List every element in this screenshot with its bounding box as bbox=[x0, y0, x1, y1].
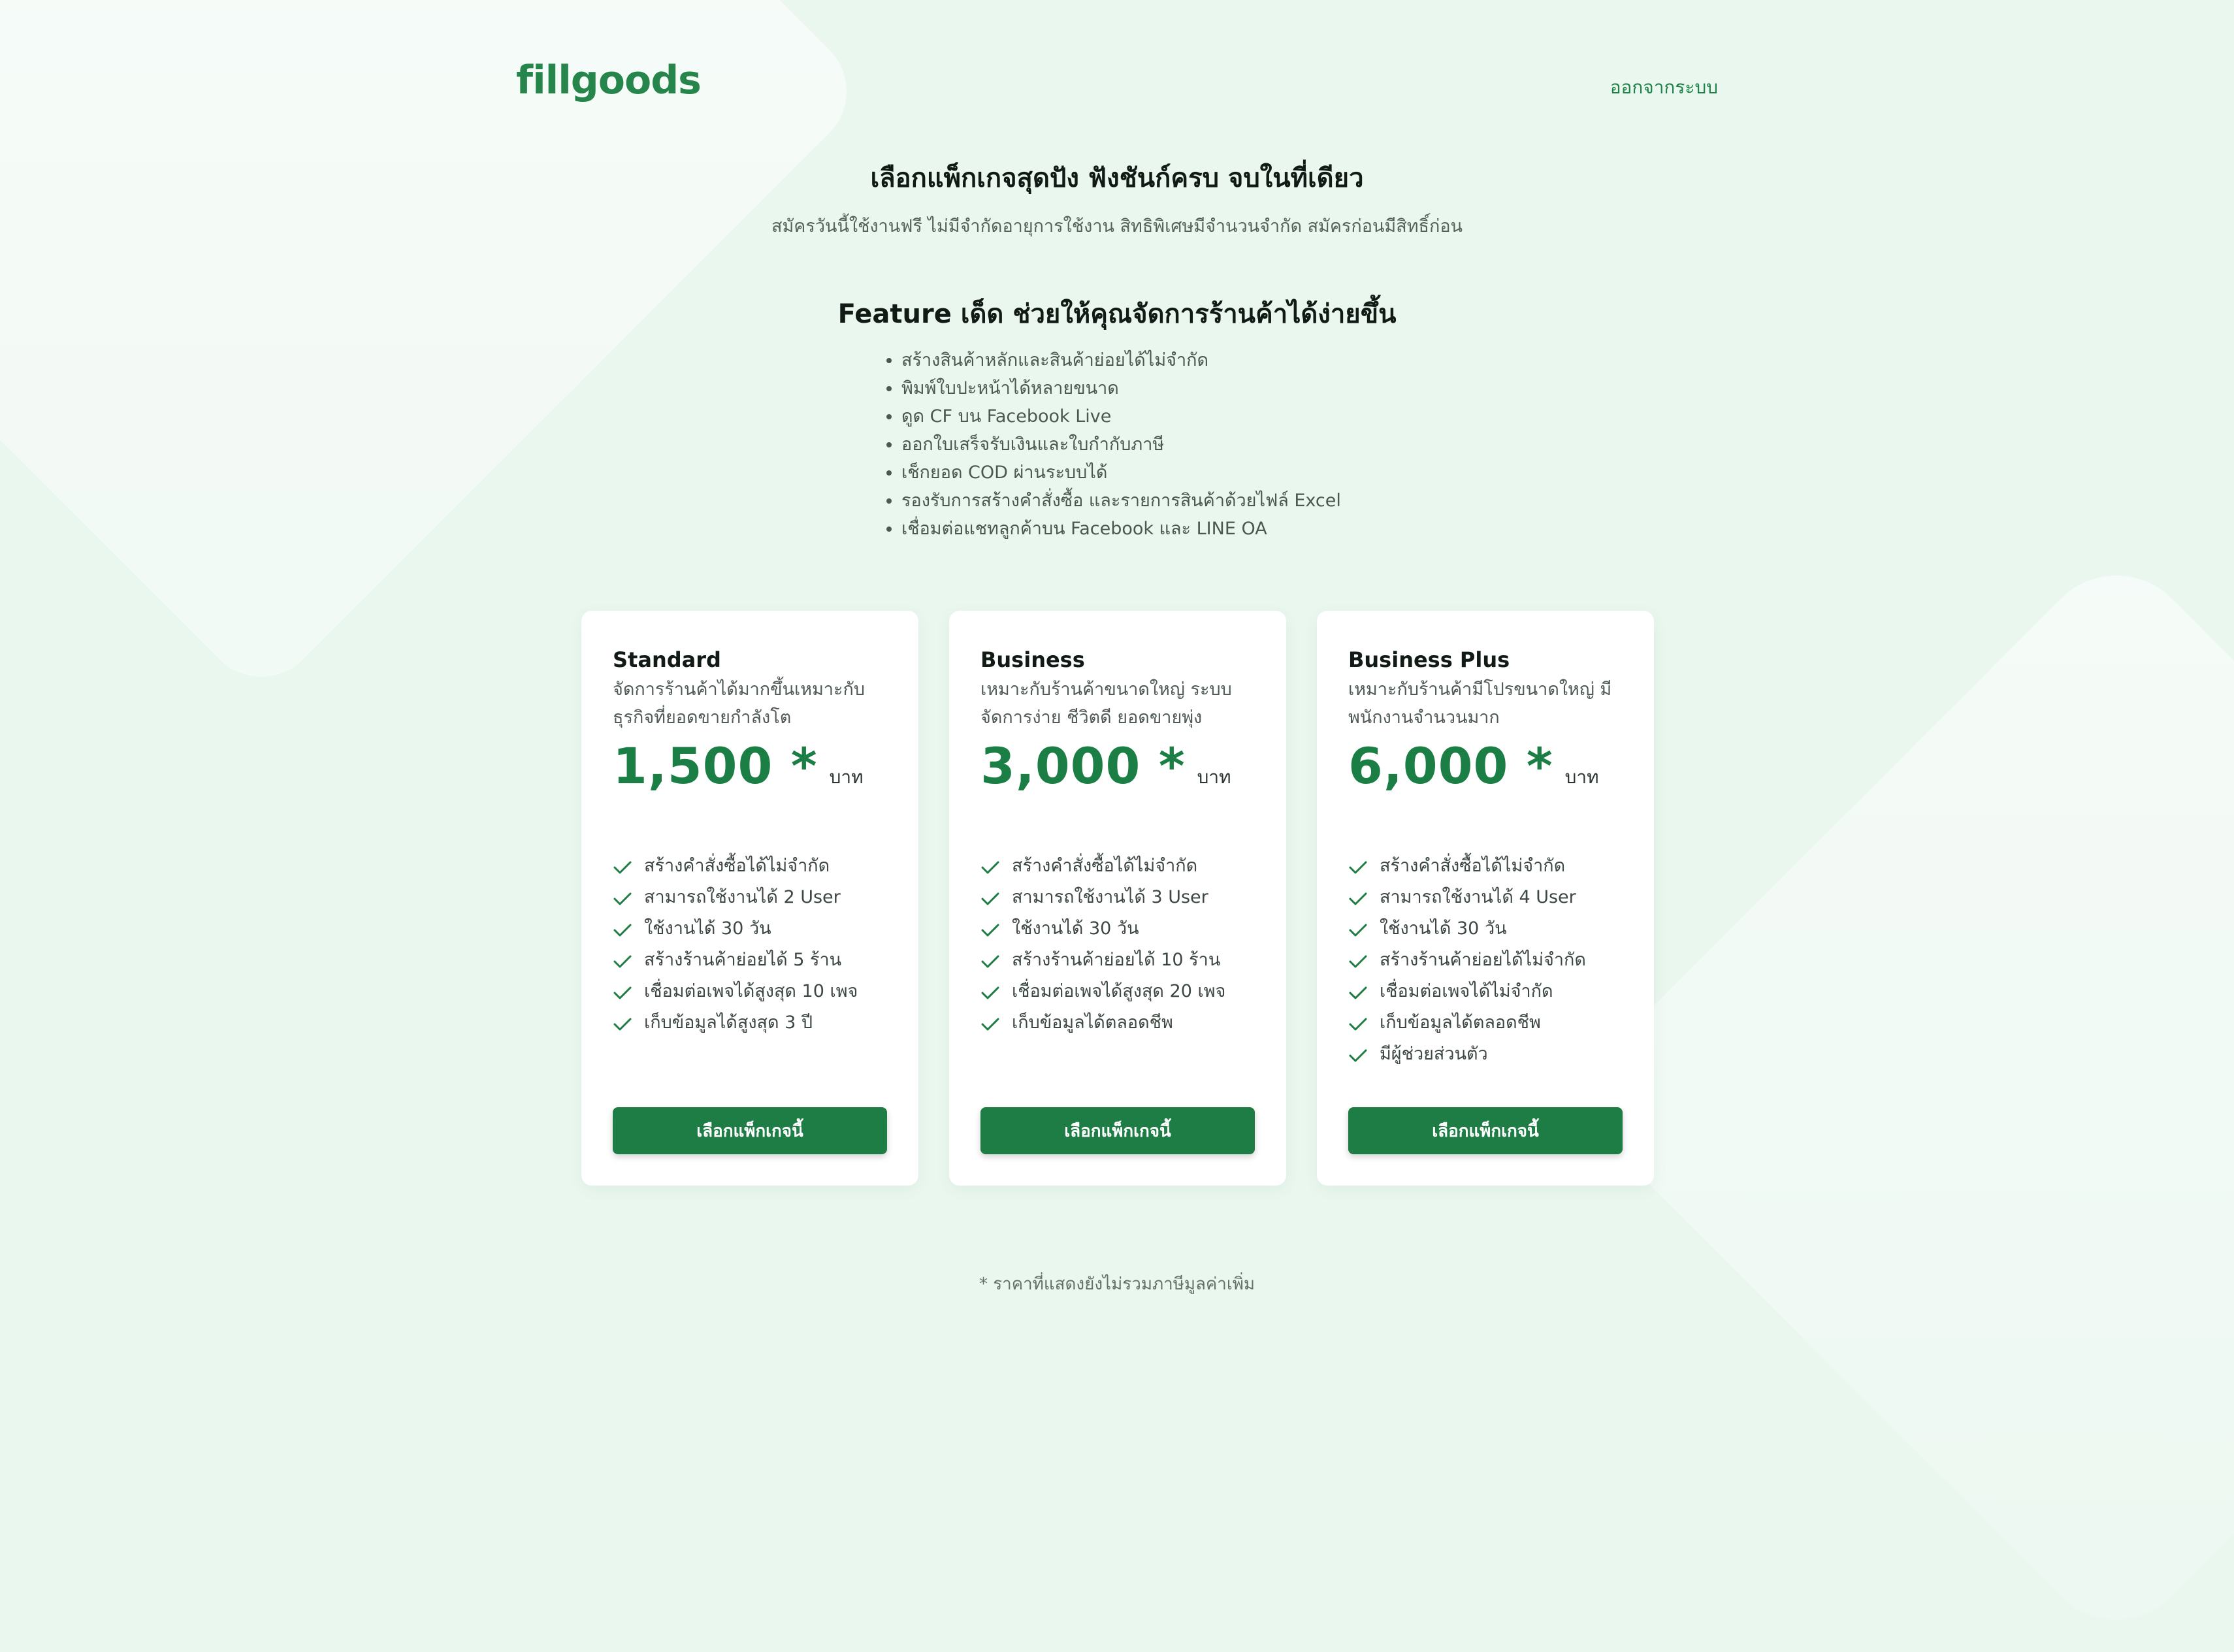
check-icon bbox=[613, 955, 632, 968]
perk-text: ใช้งานได้ 30 วัน bbox=[1012, 918, 1139, 939]
feature-item: พิมพ์ใบปะหน้าได้หลายขนาด bbox=[901, 374, 1341, 402]
price-unit: บาท bbox=[1564, 766, 1599, 788]
perk-item: สร้างคำสั่งซื้อได้ไม่จำกัด bbox=[980, 850, 1255, 882]
perk-item: สร้างคำสั่งซื้อได้ไม่จำกัด bbox=[613, 850, 887, 882]
feature-item: เชื่อมต่อแชทลูกค้าบน Facebook และ LINE O… bbox=[901, 515, 1341, 543]
check-icon bbox=[1349, 986, 1367, 999]
check-icon bbox=[1349, 955, 1367, 968]
features-list: สร้างสินค้าหลักและสินค้าย่อยได้ไม่จำกัด … bbox=[882, 346, 1341, 543]
price-row: 1,500 * บาท bbox=[613, 737, 887, 795]
feature-item: ดูด CF บน Facebook Live bbox=[901, 402, 1341, 430]
perk-text: เก็บข้อมูลได้สูงสุด 3 ปี bbox=[644, 1012, 813, 1033]
plan-name: Standard bbox=[613, 647, 721, 672]
perk-text: สร้างคำสั่งซื้อได้ไม่จำกัด bbox=[1380, 856, 1566, 876]
feature-item: สร้างสินค้าหลักและสินค้าย่อยได้ไม่จำกัด bbox=[901, 346, 1341, 374]
plan-perks: สร้างคำสั่งซื้อได้ไม่จำกัด สามารถใช้งานไ… bbox=[980, 850, 1255, 1039]
perk-text: ใช้งานได้ 30 วัน bbox=[1380, 918, 1507, 939]
select-business-plus-button[interactable]: เลือกแพ็กเกจนี้ bbox=[1348, 1107, 1623, 1154]
logout-link[interactable]: ออกจากระบบ bbox=[1610, 73, 1718, 102]
perk-item: สร้างร้านค้าย่อยได้ 10 ร้าน bbox=[980, 945, 1255, 976]
feature-item: เช็กยอด COD ผ่านระบบได้ bbox=[901, 459, 1341, 487]
perk-text: สร้างคำสั่งซื้อได้ไม่จำกัด bbox=[1012, 856, 1198, 876]
check-icon bbox=[613, 861, 632, 874]
perk-item: สร้างร้านค้าย่อยได้ไม่จำกัด bbox=[1348, 945, 1623, 976]
check-icon bbox=[981, 986, 999, 999]
plan-name: Business Plus bbox=[1348, 647, 1510, 672]
perk-item: เชื่อมต่อเพจได้ไม่จำกัด bbox=[1348, 976, 1623, 1007]
perk-item: ใช้งานได้ 30 วัน bbox=[1348, 913, 1623, 945]
perk-item: เก็บข้อมูลได้ตลอดชีพ bbox=[1348, 1007, 1623, 1039]
plan-card-business: Business เหมาะกับร้านค้าขนาดใหญ่ ระบบจัด… bbox=[949, 611, 1286, 1186]
perk-item: สามารถใช้งานได้ 3 User bbox=[980, 882, 1255, 913]
plans-section: Standard จัดการร้านค้าได้มากขึ้นเหมาะกับ… bbox=[581, 611, 1654, 1186]
fillgoods-logo[interactable]: fillgoods bbox=[516, 57, 702, 103]
check-icon bbox=[1349, 892, 1367, 905]
check-icon bbox=[981, 1018, 999, 1031]
price-row: 3,000 * บาท bbox=[980, 737, 1255, 795]
price-footnote: * ราคาที่แสดงยังไม่รวมภาษีมูลค่าเพิ่ม bbox=[979, 1274, 1255, 1294]
check-icon bbox=[981, 892, 999, 905]
background-shape bbox=[1562, 543, 2234, 1652]
perk-text: สามารถใช้งานได้ 3 User bbox=[1012, 887, 1208, 907]
perk-text: เก็บข้อมูลได้ตลอดชีพ bbox=[1380, 1012, 1541, 1033]
page-subtitle: สมัครวันนี้ใช้งานฟรี ไม่มีจำกัดอายุการใช… bbox=[771, 216, 1463, 236]
plan-description: เหมาะกับร้านค้ามีโปรขนาดใหญ่ มีพนักงานจำ… bbox=[1348, 679, 1612, 728]
perk-text: มีผู้ช่วยส่วนตัว bbox=[1380, 1044, 1488, 1064]
perk-item: เชื่อมต่อเพจได้สูงสุด 20 เพจ bbox=[980, 976, 1255, 1007]
perk-text: ใช้งานได้ 30 วัน bbox=[644, 918, 771, 939]
select-business-button[interactable]: เลือกแพ็กเกจนี้ bbox=[980, 1107, 1255, 1154]
features-title: Feature เด็ด ช่วยให้คุณจัดการร้านค้าได้ง… bbox=[837, 299, 1397, 329]
check-icon bbox=[613, 1018, 632, 1031]
perk-item: สร้างคำสั่งซื้อได้ไม่จำกัด bbox=[1348, 850, 1623, 882]
price-unit: บาท bbox=[829, 766, 864, 788]
plan-price: 3,000 * bbox=[980, 737, 1186, 795]
perk-text: เชื่อมต่อเพจได้ไม่จำกัด bbox=[1380, 981, 1553, 1001]
plan-perks: สร้างคำสั่งซื้อได้ไม่จำกัด สามารถใช้งานไ… bbox=[613, 850, 887, 1039]
check-icon bbox=[613, 892, 632, 905]
plan-description: เหมาะกับร้านค้าขนาดใหญ่ ระบบจัดการง่าย ช… bbox=[980, 679, 1232, 728]
plan-price: 1,500 * bbox=[613, 737, 818, 795]
check-icon bbox=[1349, 861, 1367, 874]
plan-perks: สร้างคำสั่งซื้อได้ไม่จำกัด สามารถใช้งานไ… bbox=[1348, 850, 1623, 1070]
perk-item: ใช้งานได้ 30 วัน bbox=[613, 913, 887, 945]
perk-item: เชื่อมต่อเพจได้สูงสุด 10 เพจ bbox=[613, 976, 887, 1007]
feature-item: ออกใบเสร็จรับเงินและใบกำกับภาษี bbox=[901, 430, 1341, 459]
perk-item: สามารถใช้งานได้ 4 User bbox=[1348, 882, 1623, 913]
select-standard-button[interactable]: เลือกแพ็กเกจนี้ bbox=[613, 1107, 887, 1154]
check-icon bbox=[981, 955, 999, 968]
plan-price: 6,000 * bbox=[1348, 737, 1553, 795]
header: fillgoods ออกจากระบบ bbox=[516, 57, 1718, 116]
perk-item: เก็บข้อมูลได้สูงสุด 3 ปี bbox=[613, 1007, 887, 1039]
check-icon bbox=[981, 924, 999, 937]
perk-text: เชื่อมต่อเพจได้สูงสุด 10 เพจ bbox=[644, 981, 858, 1001]
plan-card-standard: Standard จัดการร้านค้าได้มากขึ้นเหมาะกับ… bbox=[581, 611, 918, 1186]
perk-text: สร้างร้านค้าย่อยได้ 10 ร้าน bbox=[1012, 950, 1221, 970]
price-unit: บาท bbox=[1197, 766, 1231, 788]
page-title: เลือกแพ็กเกจสุดปัง ฟังชันก์ครบ จบในที่เด… bbox=[870, 163, 1364, 193]
check-icon bbox=[1349, 1018, 1367, 1031]
feature-item: รองรับการสร้างคำสั่งซื้อ และรายการสินค้า… bbox=[901, 487, 1341, 515]
perk-text: สามารถใช้งานได้ 4 User bbox=[1380, 887, 1576, 907]
perk-item: มีผู้ช่วยส่วนตัว bbox=[1348, 1039, 1623, 1070]
price-row: 6,000 * บาท bbox=[1348, 737, 1623, 795]
perk-text: สร้างร้านค้าย่อยได้ไม่จำกัด bbox=[1380, 950, 1586, 970]
check-icon bbox=[981, 861, 999, 874]
plan-card-business-plus: Business Plus เหมาะกับร้านค้ามีโปรขนาดให… bbox=[1317, 611, 1654, 1186]
perk-item: สามารถใช้งานได้ 2 User bbox=[613, 882, 887, 913]
perk-text: สร้างร้านค้าย่อยได้ 5 ร้าน bbox=[644, 950, 842, 970]
perk-item: เก็บข้อมูลได้ตลอดชีพ bbox=[980, 1007, 1255, 1039]
perk-text: เก็บข้อมูลได้ตลอดชีพ bbox=[1012, 1012, 1173, 1033]
perk-text: สร้างคำสั่งซื้อได้ไม่จำกัด bbox=[644, 856, 830, 876]
check-icon bbox=[613, 986, 632, 999]
plan-description: จัดการร้านค้าได้มากขึ้นเหมาะกับธุรกิจที่… bbox=[613, 679, 866, 728]
plan-name: Business bbox=[980, 647, 1085, 672]
perk-item: ใช้งานได้ 30 วัน bbox=[980, 913, 1255, 945]
check-icon bbox=[1349, 1049, 1367, 1062]
perk-text: เชื่อมต่อเพจได้สูงสุด 20 เพจ bbox=[1012, 981, 1226, 1001]
perk-item: สร้างร้านค้าย่อยได้ 5 ร้าน bbox=[613, 945, 887, 976]
check-icon bbox=[1349, 924, 1367, 937]
check-icon bbox=[613, 924, 632, 937]
perk-text: สามารถใช้งานได้ 2 User bbox=[644, 887, 841, 907]
